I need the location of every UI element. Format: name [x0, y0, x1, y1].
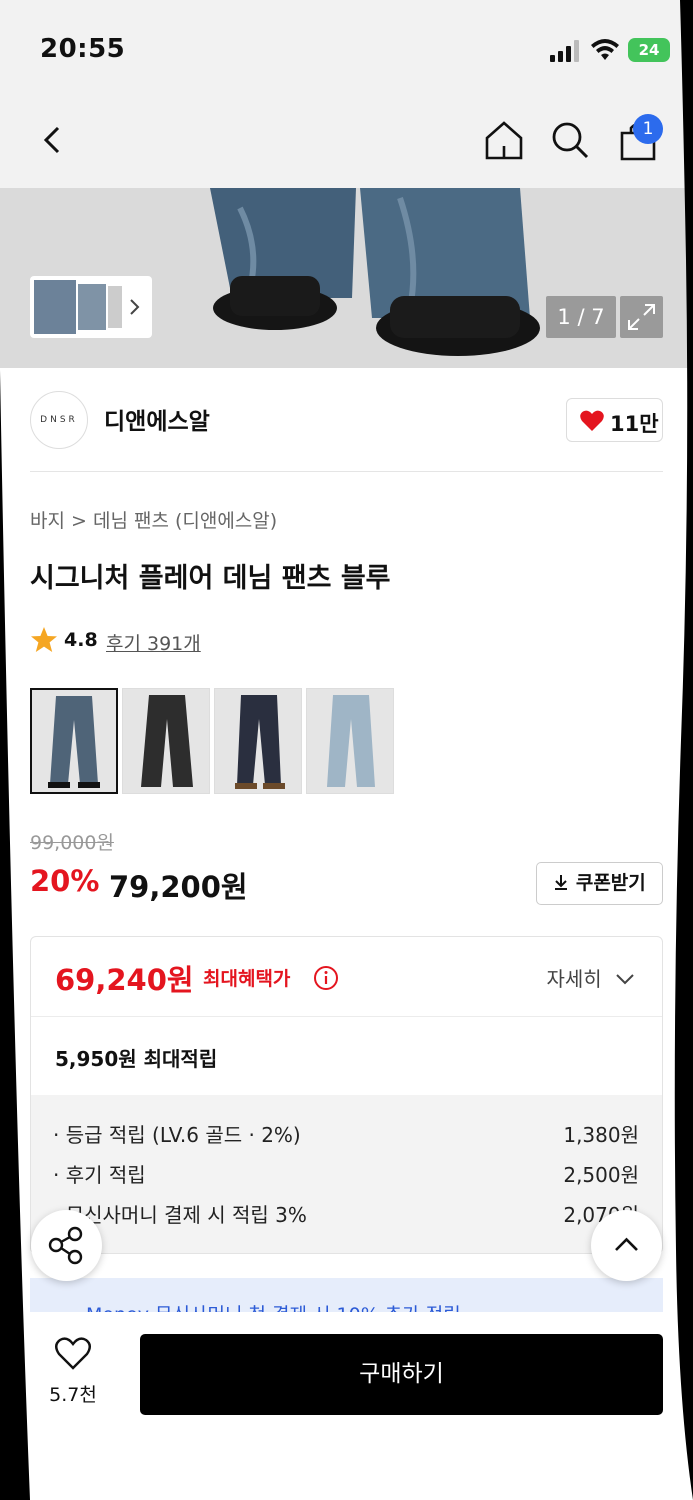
breadcrumb[interactable]: 바지 > 데님 팬츠 (디앤에스알) [30, 506, 277, 533]
max-points: 5,950원 최대적립 [55, 1047, 218, 1071]
expand-button[interactable] [620, 296, 663, 338]
points-row: · 무신사머니 결제 시 적립 3% 2,070원 [53, 1199, 639, 1228]
cart-count-badge: 1 [633, 114, 663, 144]
gallery-thumbnail-strip[interactable] [30, 276, 152, 338]
review-count-link[interactable]: 후기 391개 [106, 629, 201, 656]
color-option-image [32, 690, 116, 792]
detail-label: 자세히 [546, 967, 602, 991]
thumbnail-2[interactable] [78, 284, 106, 330]
top-nav [0, 100, 693, 188]
wishlist-button[interactable]: 5.7천 [40, 1336, 106, 1412]
color-option-image [307, 689, 393, 793]
sale-price: 79,200원 [109, 870, 248, 904]
scroll-top-button[interactable] [591, 1210, 662, 1281]
wishlist-count: 5.7천 [49, 1384, 97, 1406]
brand-logo[interactable]: DNSR [30, 391, 88, 449]
points-row: · 등급 적립 (LV.6 골드 · 2%) 1,380원 [53, 1119, 639, 1148]
color-option-image [123, 689, 209, 793]
battery-icon: 24 [628, 38, 670, 62]
search-icon[interactable] [548, 118, 592, 162]
status-time: 20:55 [40, 34, 126, 64]
wifi-icon [591, 39, 619, 60]
expand-icon [628, 304, 655, 330]
divider [30, 471, 663, 472]
chevron-up-icon [615, 1237, 638, 1251]
coupon-label: 쿠폰받기 [575, 872, 646, 894]
buy-button[interactable]: 구매하기 [140, 1334, 663, 1415]
original-price: 99,000원 [30, 832, 114, 854]
share-icon [48, 1226, 83, 1265]
rating-score: 4.8 [64, 629, 98, 651]
brand-like-count: 11만 [610, 412, 659, 436]
product-page: 20:55 24 1 1 / 7 DNSR 디앤에스알 11만 바지 > 데님 … [0, 0, 693, 1500]
benefit-panel: 69,240원 최대혜택가 자세히 5,950원 최대적립 · 등급 적립 (L… [30, 936, 663, 1254]
color-option-3[interactable] [214, 688, 302, 794]
brand-like-button[interactable]: 11만 [566, 398, 663, 442]
max-benefit-label: 최대혜택가 [203, 968, 291, 990]
heart-filled-icon [580, 410, 604, 431]
info-icon[interactable] [313, 965, 339, 991]
divider [31, 1016, 662, 1017]
points-row-label: · 등급 적립 (LV.6 골드 · 2%) [53, 1123, 301, 1147]
share-button[interactable] [31, 1210, 102, 1281]
color-option-2[interactable] [122, 688, 210, 794]
product-title: 시그니처 플레어 데님 팬츠 블루 [30, 563, 391, 594]
download-icon [555, 875, 568, 890]
points-row-value: 1,380원 [563, 1123, 639, 1147]
thumbnail-1[interactable] [34, 280, 76, 334]
star-icon [31, 627, 57, 652]
chevron-down-icon [616, 974, 634, 985]
image-pager: 1 / 7 [546, 296, 616, 338]
status-bar: 20:55 24 [0, 0, 693, 100]
home-icon[interactable] [482, 118, 526, 162]
back-icon[interactable] [30, 118, 74, 162]
signal-icon [550, 40, 580, 62]
thumbnail-3[interactable] [108, 286, 122, 328]
points-row: · 후기 적립 2,500원 [53, 1159, 639, 1188]
benefit-detail-toggle[interactable]: 자세히 [546, 963, 636, 992]
brand-name[interactable]: 디앤에스알 [104, 402, 210, 436]
coupon-button[interactable]: 쿠폰받기 [536, 862, 663, 905]
color-option-1[interactable] [30, 688, 118, 794]
color-option-4[interactable] [306, 688, 394, 794]
heart-outline-icon [55, 1337, 91, 1370]
max-benefit-price: 69,240원 [55, 963, 194, 997]
points-breakdown: · 등급 적립 (LV.6 골드 · 2%) 1,380원 · 후기 적립 2,… [31, 1095, 662, 1253]
points-row-label: · 후기 적립 [53, 1163, 146, 1187]
color-option-image [215, 689, 301, 793]
discount-rate: 20% [30, 864, 100, 898]
points-row-value: 2,500원 [563, 1163, 639, 1187]
chevron-right-icon [130, 299, 140, 315]
